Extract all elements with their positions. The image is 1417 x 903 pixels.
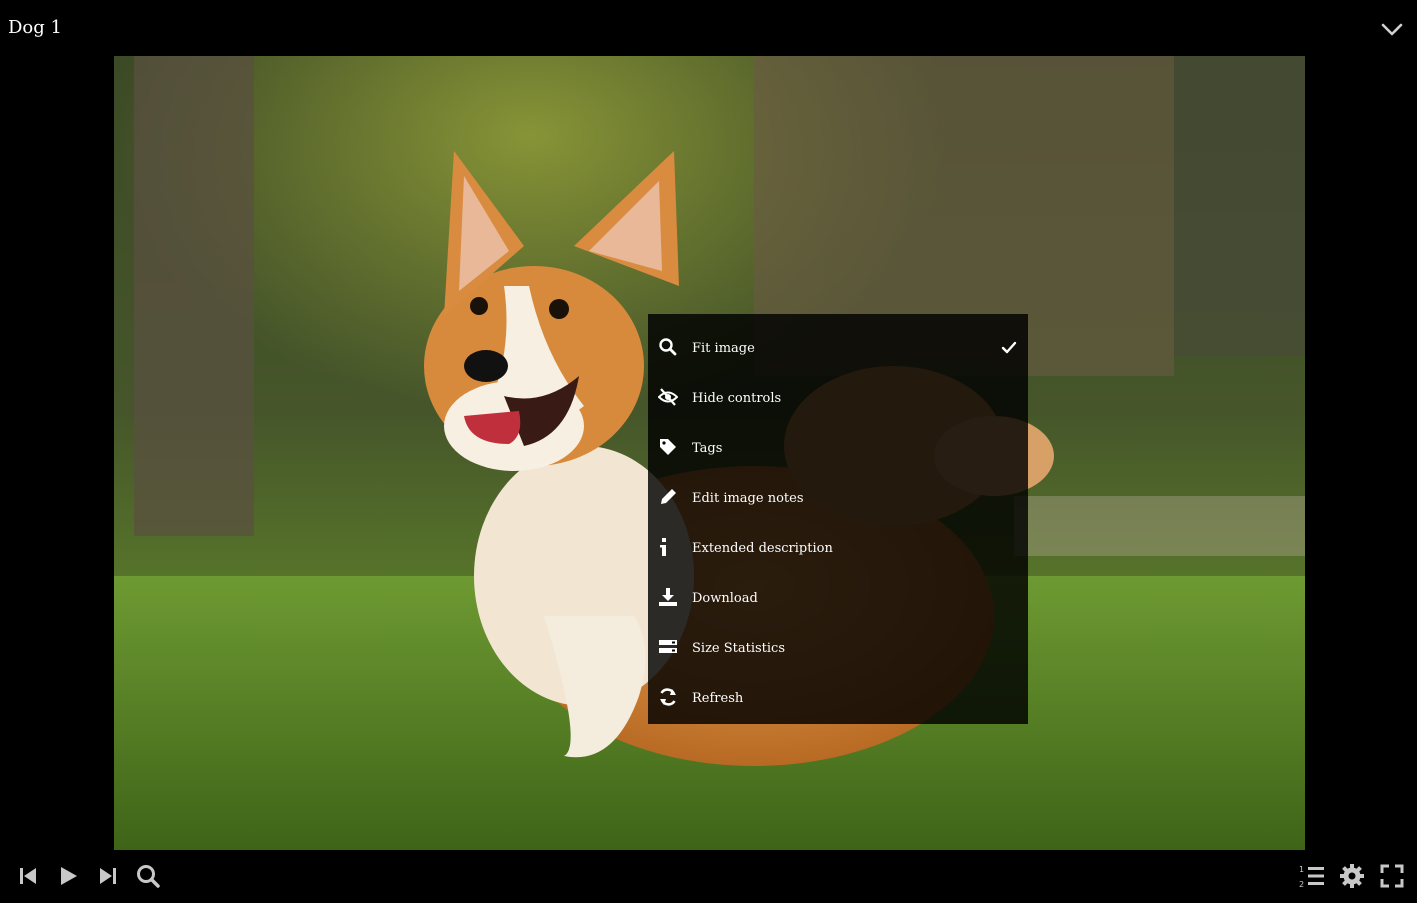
download-icon [658,587,678,607]
menu-item-label: Extended description [692,541,833,556]
menu-item-label: Download [692,591,758,606]
menu-item-tags[interactable]: Tags [648,419,1028,469]
menu-item-hide-controls[interactable]: Hide controls [648,369,1028,419]
top-bar: Dog 1 [0,0,1417,56]
skip-back-icon[interactable] [14,862,42,890]
fullscreen-icon[interactable] [1378,862,1406,890]
tag-icon [658,437,678,457]
numbered-list-icon[interactable]: 1 2 [1298,862,1326,890]
menu-item-fit-image[interactable]: Fit image [648,319,1028,369]
menu-item-label: Refresh [692,691,744,706]
svg-text:2: 2 [1299,880,1304,889]
eye-slash-icon [657,387,679,407]
menu-item-label: Hide controls [692,391,782,406]
menu-item-download[interactable]: Download [648,569,1028,619]
search-icon [658,337,678,357]
info-icon [658,537,678,557]
menu-item-edit-image-notes[interactable]: Edit image notes [648,469,1028,519]
menu-item-label: Size Statistics [692,641,786,656]
image-title: Dog 1 [8,17,62,38]
svg-text:1: 1 [1299,865,1304,874]
menu-item-label: Fit image [692,341,755,356]
refresh-icon [658,687,678,707]
menu-item-extended-description[interactable]: Extended description [648,519,1028,569]
checkmark-icon [1000,339,1018,357]
context-menu: Fit image Hide controls Tags Edit image not… [648,314,1028,724]
menu-item-size-statistics[interactable]: Size Statistics [648,619,1028,669]
bottom-controls [0,850,1417,903]
menu-item-label: Edit image notes [692,491,804,506]
skip-forward-icon[interactable] [94,862,122,890]
chevron-down-icon[interactable] [1379,16,1405,42]
pencil-icon [658,487,678,507]
zoom-icon[interactable] [134,862,162,890]
statistics-icon [658,637,678,657]
play-icon[interactable] [54,862,82,890]
menu-item-refresh[interactable]: Refresh [648,669,1028,719]
menu-item-label: Tags [692,441,723,456]
gear-icon[interactable] [1338,862,1366,890]
